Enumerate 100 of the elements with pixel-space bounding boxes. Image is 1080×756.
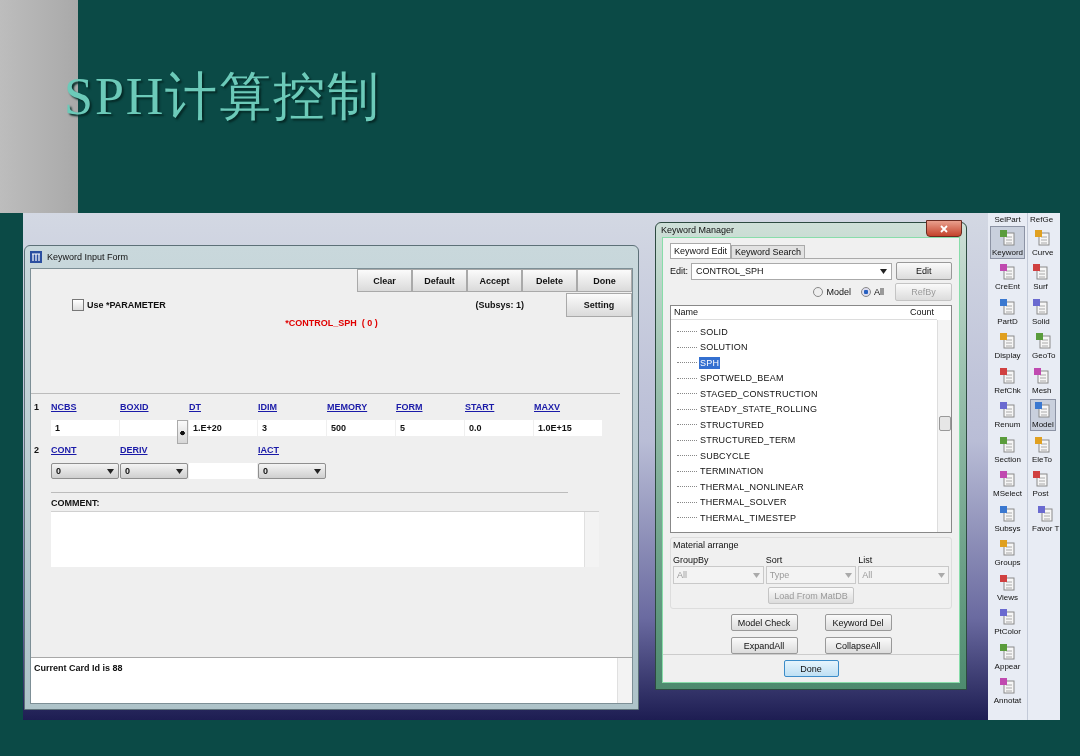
toolbar-item[interactable]: MSelect	[991, 467, 1024, 500]
toolbar-item[interactable]: GeoTo	[1030, 329, 1058, 362]
field-label[interactable]: MEMORY	[327, 402, 396, 414]
tree-item[interactable]: SUBCYCLE	[699, 449, 752, 462]
toolbar-item[interactable]: Post	[1030, 467, 1051, 500]
input-field[interactable]	[120, 420, 177, 436]
toolbar-button[interactable]: Default	[412, 269, 467, 292]
document-icon	[999, 228, 1016, 246]
tree-item[interactable]: STEADY_STATE_ROLLING	[699, 403, 819, 416]
toolbar-item[interactable]: Mesh	[1030, 364, 1054, 397]
card-number: 2	[34, 445, 40, 457]
input-field[interactable]: 5	[396, 420, 464, 436]
input-field[interactable]: 0.0	[465, 420, 533, 436]
tree-item[interactable]: STRUCTURED	[699, 418, 765, 431]
field-label[interactable]: FORM	[396, 402, 465, 414]
input-field[interactable]: 500	[327, 420, 395, 436]
checkbox[interactable]	[72, 298, 84, 311]
tree-item[interactable]: TERMINATION	[699, 465, 765, 478]
field-label[interactable]: IDIM	[258, 402, 327, 414]
toolbar-item[interactable]: Favor T	[1030, 502, 1060, 535]
action-button[interactable]: Model Check	[730, 614, 798, 631]
field-label: List	[858, 555, 874, 565]
dropdown[interactable]: 0	[258, 463, 326, 479]
tree-item[interactable]: SPOTWELD_BEAM	[699, 372, 785, 385]
tree-item[interactable]: THERMAL_TIMESTEP	[699, 511, 798, 524]
toolbar-item[interactable]: Renum	[992, 398, 1023, 431]
window-title: Keyword Input Form	[47, 252, 129, 262]
dropdown[interactable]: 0	[120, 463, 188, 479]
document-icon	[999, 608, 1016, 625]
document-icon	[1033, 435, 1051, 453]
toolbar-item[interactable]: PartD	[995, 295, 1020, 328]
action-button[interactable]: Keyword Del	[824, 614, 892, 631]
tree-item[interactable]: STAGED_CONSTRUCTION	[699, 387, 819, 400]
document-icon	[1032, 470, 1049, 487]
action-button[interactable]: ExpandAll	[730, 637, 798, 654]
tab[interactable]: Keyword Search	[731, 245, 806, 258]
toolbar-item[interactable]: PtColor	[992, 605, 1023, 638]
toolbar-item[interactable]: CreEnt	[993, 260, 1022, 293]
document-icon	[999, 470, 1016, 487]
document-icon	[999, 642, 1016, 660]
column-header: Name	[674, 307, 698, 317]
field-label[interactable]: IACT	[258, 445, 327, 457]
tab[interactable]: Keyword Edit	[670, 243, 732, 258]
toolbar-item[interactable]: Display	[992, 329, 1023, 362]
scrollbar	[584, 512, 599, 567]
radio-button[interactable]	[813, 287, 824, 297]
tree-item[interactable]: SPH	[699, 356, 721, 369]
toolbar-item[interactable]: Section	[992, 433, 1023, 466]
toolbar-button[interactable]: Clear	[357, 269, 412, 292]
document-icon	[999, 332, 1016, 349]
toolbar-item[interactable]: RefChk	[992, 364, 1023, 397]
done-button[interactable]: Done	[783, 660, 839, 677]
picker-button[interactable]	[177, 420, 188, 444]
field-label[interactable]: CONT	[51, 445, 120, 457]
toolbar-item[interactable]: Annotat	[991, 674, 1024, 707]
toolbar-button[interactable]: Done	[577, 269, 632, 292]
toolbar-item[interactable]: Surf	[1030, 260, 1051, 293]
tree-item[interactable]: SOLID	[699, 325, 729, 338]
tree-item[interactable]: SOLUTION	[699, 341, 749, 354]
document-icon	[1033, 366, 1051, 384]
action-button[interactable]: CollapseAll	[824, 637, 892, 654]
comment-field[interactable]	[51, 511, 599, 567]
caret-icon	[938, 572, 945, 578]
keyword-dropdown[interactable]: CONTROL_SPH	[691, 262, 892, 280]
input-field[interactable]	[189, 463, 257, 479]
radio-label: All	[874, 287, 884, 297]
field-label[interactable]: NCBS	[51, 402, 120, 414]
close-button[interactable]	[926, 220, 962, 237]
document-icon	[999, 677, 1016, 694]
toolbar-item[interactable]: Model	[1030, 398, 1056, 431]
close-icon	[940, 224, 948, 233]
field-label[interactable]: MAXV	[534, 402, 603, 414]
radio-button[interactable]	[861, 287, 871, 297]
toolbar-item[interactable]: Views	[994, 571, 1021, 604]
tree-item[interactable]: STRUCTURED_TERM	[699, 434, 797, 447]
input-field[interactable]: 3	[258, 420, 326, 436]
toolbar-item[interactable]: Groups	[992, 536, 1023, 569]
tree-item[interactable]: THERMAL_SOLVER	[699, 496, 788, 509]
toolbar-item[interactable]: Curve	[1030, 226, 1056, 259]
toolbar-item[interactable]: Appear	[992, 640, 1023, 673]
toolbar-button[interactable]: Delete	[522, 269, 577, 292]
tree-item[interactable]: THERMAL_NONLINEAR	[699, 480, 805, 493]
input-field[interactable]: 1	[51, 420, 119, 436]
field-label[interactable]: START	[465, 402, 534, 414]
toolbar-item[interactable]: Solid	[1030, 295, 1052, 328]
field-label[interactable]: BOXID	[120, 402, 189, 414]
input-field[interactable]: 1.E+20	[189, 420, 257, 436]
toolbar-item[interactable]: Subsys	[992, 502, 1023, 535]
toolbar-item[interactable]: Keyword	[989, 226, 1026, 259]
dropdown[interactable]: 0	[51, 463, 119, 479]
toolbar-button[interactable]: Accept	[467, 269, 522, 292]
field-label[interactable]: DT	[189, 402, 258, 414]
edit-button[interactable]: Edit	[895, 262, 952, 280]
field-label[interactable]: DERIV	[120, 445, 189, 457]
setting-button[interactable]: Setting	[566, 292, 632, 317]
input-field[interactable]: 1.0E+15	[534, 420, 602, 436]
document-icon	[999, 263, 1016, 280]
group-title: Material arrange	[673, 540, 740, 550]
checkbox-label: Use *PARAMETER	[87, 299, 166, 310]
toolbar-item[interactable]: EleTo	[1030, 433, 1054, 466]
